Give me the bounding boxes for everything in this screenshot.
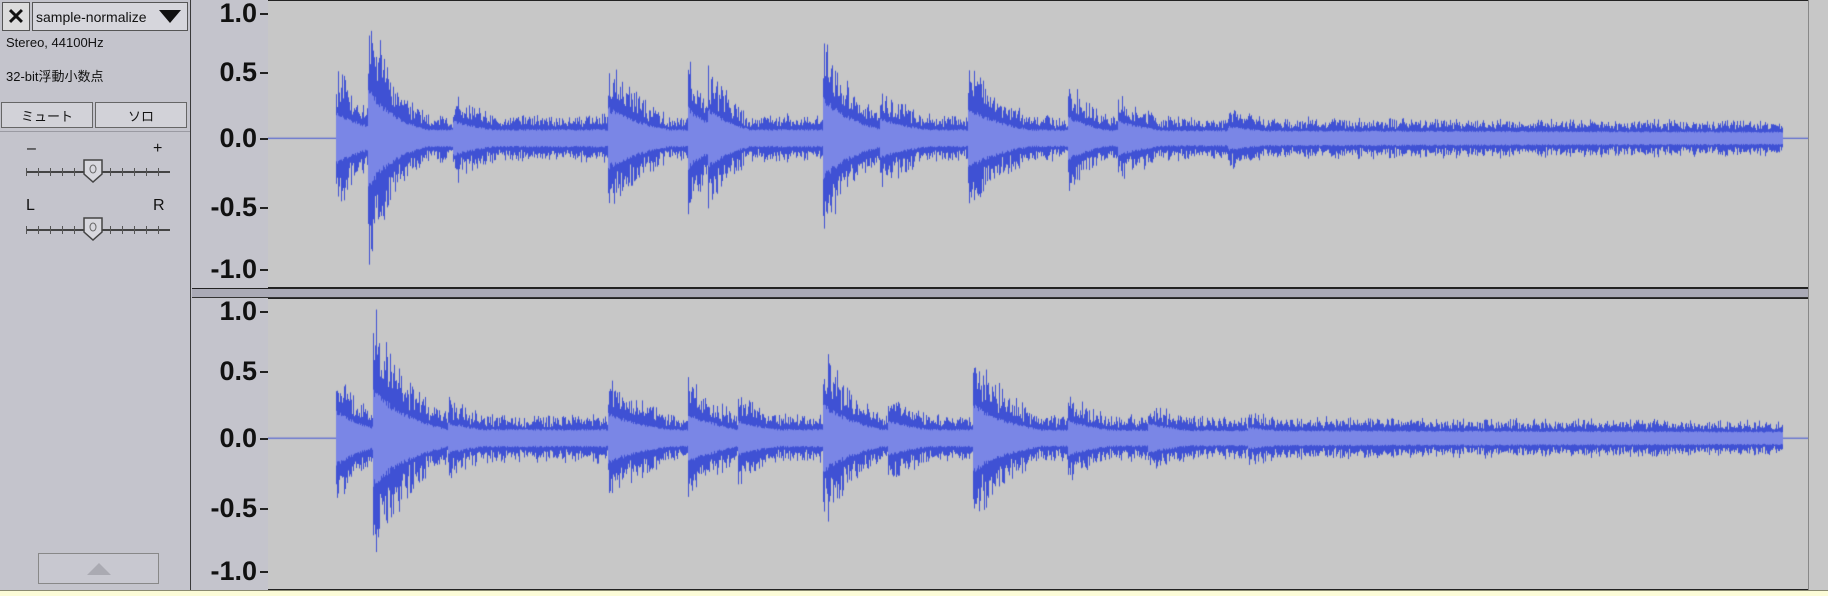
chevron-up-icon <box>86 562 111 575</box>
pan-right-label: R <box>153 197 165 214</box>
track-name-menu[interactable]: sample-normalize <box>32 2 188 31</box>
ruler-tick-mark <box>260 12 268 15</box>
track-right-margin <box>1808 0 1828 590</box>
gain-plus-label: + <box>153 140 163 157</box>
ruler-tick-mark <box>260 508 268 511</box>
ruler-tick-label: 0.5 <box>219 57 257 87</box>
ruler-tick-label: 0.5 <box>219 356 257 386</box>
audio-editor: ✕ sample-normalize Stereo, 44100Hz 32-bi… <box>0 0 1828 590</box>
ruler-tick-label: 1.0 <box>219 0 257 28</box>
ruler-tick-label: 0.0 <box>219 123 257 154</box>
track-name: sample-normalize <box>36 8 147 25</box>
ruler-tick-mark <box>260 207 268 210</box>
pan-slider-thumb[interactable] <box>82 216 104 242</box>
waveform-left-channel[interactable] <box>268 0 1808 288</box>
gain-minus-label: – <box>27 140 36 157</box>
ruler-tick-mark <box>260 311 268 314</box>
gain-slider-thumb[interactable] <box>82 158 104 184</box>
track-control-panel: ✕ sample-normalize Stereo, 44100Hz 32-bi… <box>0 0 191 590</box>
ruler-tick-label: 1.0 <box>219 296 257 327</box>
mute-button[interactable]: ミュート <box>1 102 93 128</box>
status-strip <box>0 590 1828 596</box>
close-icon: ✕ <box>6 3 26 29</box>
ruler-tick-mark <box>260 371 268 373</box>
amplitude-ruler-right: 1.0 0.5 0.0 -0.5 -1.0 <box>192 298 268 590</box>
waveform-right-channel[interactable] <box>268 298 1808 590</box>
channel-separator[interactable] <box>192 288 1828 298</box>
ruler-tick-label: -0.5 <box>210 493 257 524</box>
ruler-tick-label: -0.5 <box>210 192 257 223</box>
close-track-button[interactable]: ✕ <box>2 2 30 31</box>
waveform-left-canvas <box>268 1 1808 287</box>
ruler-tick-mark <box>260 269 268 272</box>
collapse-track-button[interactable] <box>38 553 159 584</box>
chevron-down-icon <box>159 10 181 23</box>
pan-left-label: L <box>26 197 35 214</box>
ruler-tick-label: -1.0 <box>210 556 257 587</box>
waveform-right-canvas <box>268 299 1808 589</box>
ruler-tick-mark <box>260 72 268 74</box>
solo-button[interactable]: ソロ <box>95 102 187 128</box>
ruler-tick-mark <box>260 138 268 141</box>
ruler-tick-label: 0.0 <box>219 423 257 454</box>
ruler-tick-mark <box>260 438 268 441</box>
ruler-tick-label: -1.0 <box>210 254 257 285</box>
ruler-tick-mark <box>260 571 268 574</box>
track-header: ✕ sample-normalize <box>0 0 191 34</box>
divider <box>0 131 190 132</box>
track-format-info: Stereo, 44100Hz <box>6 35 104 50</box>
amplitude-ruler-left: 1.0 0.5 0.0 -0.5 -1.0 <box>192 0 268 288</box>
track-sample-format: 32-bit浮動小数点 <box>6 69 104 84</box>
